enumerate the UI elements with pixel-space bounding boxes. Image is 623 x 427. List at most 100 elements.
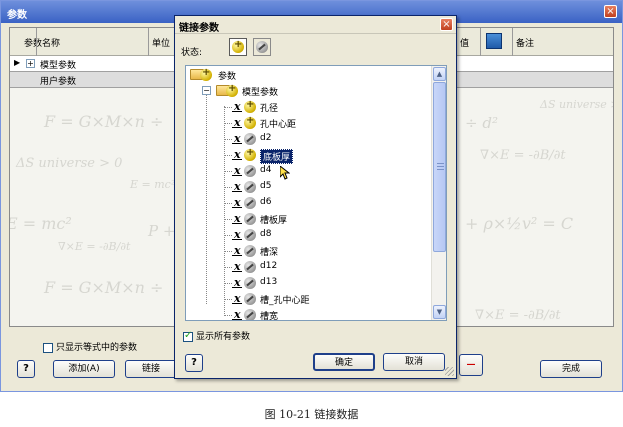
tree-node-label: 槽宽 (260, 312, 279, 321)
tree-node-parameter[interactable]: x 底板厚 (188, 147, 388, 164)
tree-line (224, 267, 232, 268)
checkbox-box[interactable] (43, 342, 53, 353)
ok-button[interactable]: 确定 (313, 353, 375, 371)
remove-button[interactable]: — (459, 354, 483, 376)
watermark-formula: F = G×M×n ÷ (44, 278, 164, 297)
watermark-formula: ∇×E = -∂B/∂t (480, 148, 566, 163)
watermark-formula: + ρ×½v² = C (465, 214, 574, 233)
inactive-status-icon (244, 277, 256, 289)
inactive-status-icon (244, 261, 256, 273)
tree-node-label: d2 (260, 133, 272, 143)
tree-node-model-parameters[interactable]: − 模型参数 (188, 83, 388, 98)
tree-node-parameter[interactable]: x 孔中心距 (188, 115, 388, 130)
watermark-formula: E = mc² (9, 214, 72, 233)
tree-node-parameter[interactable]: x d5 (188, 180, 388, 194)
parameter-icon: x (232, 276, 242, 289)
parameter-icon: x (232, 132, 242, 145)
tree-node-parameter[interactable]: x 孔径 (188, 99, 388, 114)
inactive-status-icon (244, 197, 256, 209)
watermark-formula: F = G×M×n ÷ (44, 112, 164, 131)
add-button[interactable]: 添加(A) (53, 360, 115, 378)
parameters-window-title: 参数 (7, 10, 27, 21)
row-name: 用户参数 (40, 77, 77, 87)
tree-node-root[interactable]: 参数 (188, 67, 388, 82)
parameter-icon: x (232, 100, 242, 113)
help-button[interactable]: ? (17, 360, 35, 378)
tree-node-label: d13 (260, 277, 278, 287)
inactive-status-icon (244, 213, 256, 225)
status-inactive-filter-button[interactable] (253, 38, 271, 56)
table-equation-icon[interactable] (486, 33, 502, 49)
tree-line (224, 315, 232, 316)
tree-node-parameter[interactable]: x d6 (188, 196, 388, 210)
active-status-icon (244, 115, 256, 129)
column-header-notes[interactable]: 备注 (516, 36, 534, 49)
tree-node-label: 模型参数 (242, 88, 279, 98)
scroll-down-button[interactable]: ▼ (433, 305, 446, 319)
tree-line (224, 299, 232, 300)
parameter-tree[interactable]: 参数 − 模型参数 x 孔径 x 孔中心距 x d2 x 底板厚 x d4 x d5 x d6 x 槽板厚 x d… (185, 65, 447, 321)
tree-node-parameter[interactable]: x d8 (188, 228, 388, 242)
checkbox-box[interactable] (183, 330, 193, 342)
show-equations-only-checkbox[interactable]: 只显示等式中的参数 (43, 340, 137, 353)
tree-node-label: 孔径 (260, 104, 279, 114)
row-expander[interactable]: + (26, 59, 35, 68)
parameter-icon: x (232, 148, 242, 161)
inactive-status-icon (244, 229, 256, 241)
thumb-grip (437, 163, 444, 164)
active-status-icon (244, 99, 256, 113)
tree-scrollbar[interactable]: ▲ ▼ (431, 66, 446, 320)
collapse-icon[interactable]: − (202, 86, 211, 95)
parameter-icon: x (232, 196, 242, 209)
tree-line (224, 219, 232, 220)
link-button[interactable]: 链接 (125, 360, 177, 378)
parameter-icon: x (232, 164, 242, 177)
tree-node-parameter[interactable]: x 槽宽 (188, 308, 388, 321)
tree-line (224, 251, 232, 252)
tree-line (224, 107, 232, 108)
parameter-icon: x (232, 292, 242, 305)
tree-node-label: 槽板厚 (260, 216, 288, 226)
dialog-titlebar[interactable]: 链接参数 × (175, 16, 456, 34)
thumb-grip (437, 169, 444, 170)
row-pointer-icon: ▶ (14, 58, 21, 67)
tree-node-parameter[interactable]: x 槽_孔中心距 (188, 292, 388, 306)
tree-line (224, 139, 232, 140)
watermark-formula: ∇×E = -∂B/∂t (58, 240, 131, 253)
row-name: 模型参数 (40, 61, 77, 71)
tree-node-parameter[interactable]: x d2 (188, 132, 388, 146)
dialog-help-button[interactable]: ? (185, 354, 203, 372)
tree-node-parameter[interactable]: x d12 (188, 260, 388, 274)
tree-node-label: d6 (260, 197, 272, 207)
show-equations-only-label: 只显示等式中的参数 (56, 343, 138, 353)
column-header-unit[interactable]: 单位 (152, 36, 170, 49)
inactive-status-icon (244, 165, 256, 177)
column-header-name[interactable]: 参数名称 (24, 36, 60, 49)
inactive-status-icon (244, 133, 256, 145)
tree-node-label: d8 (260, 229, 272, 239)
show-all-parameters-checkbox[interactable]: 显示所有参数 (183, 329, 250, 342)
scroll-up-button[interactable]: ▲ (433, 67, 446, 81)
column-header-value[interactable]: 值 (460, 36, 469, 49)
inactive-status-icon (244, 293, 256, 305)
watermark-formula: ΔS universe > 0 (540, 98, 613, 111)
cancel-button[interactable]: 取消 (383, 353, 445, 371)
tree-line (224, 283, 232, 284)
tree-node-parameter[interactable]: x d13 (188, 276, 388, 290)
tree-node-label: 底板厚 (260, 149, 294, 164)
status-active-filter-button[interactable] (229, 38, 247, 56)
parameter-icon: x (232, 244, 242, 257)
tree-node-parameter[interactable]: x 槽深 (188, 244, 388, 258)
parameter-icon: x (232, 260, 242, 273)
tree-node-parameter[interactable]: x 槽板厚 (188, 212, 388, 226)
dialog-close-button[interactable]: × (440, 18, 453, 31)
show-all-parameters-label: 显示所有参数 (196, 332, 251, 342)
parameters-window-close-button[interactable]: × (604, 5, 617, 18)
tree-node-label: d4 (260, 165, 272, 175)
figure-caption: 图 10-21 链接数据 (264, 408, 359, 421)
done-button[interactable]: 完成 (540, 360, 602, 378)
tree-node-label: 槽深 (260, 248, 279, 258)
scroll-thumb[interactable] (433, 82, 446, 252)
resize-grip[interactable] (445, 367, 454, 376)
parameter-icon: x (232, 212, 242, 225)
